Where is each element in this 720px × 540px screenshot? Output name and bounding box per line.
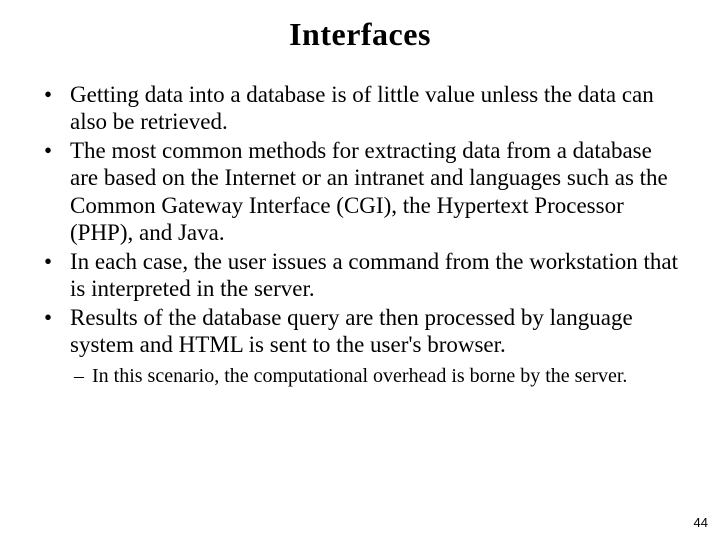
sub-bullet-list: In this scenario, the computational over… xyxy=(30,364,690,388)
bullet-list: Getting data into a database is of littl… xyxy=(30,81,690,358)
bullet-item: Results of the database query are then p… xyxy=(44,304,684,358)
slide: Interfaces Getting data into a database … xyxy=(0,0,720,540)
bullet-item: Getting data into a database is of littl… xyxy=(44,81,684,135)
sub-bullet-item: In this scenario, the computational over… xyxy=(74,364,690,388)
bullet-item: The most common methods for extracting d… xyxy=(44,137,684,246)
page-number: 44 xyxy=(694,515,708,530)
bullet-item: In each case, the user issues a command … xyxy=(44,248,684,302)
slide-title: Interfaces xyxy=(30,16,690,53)
